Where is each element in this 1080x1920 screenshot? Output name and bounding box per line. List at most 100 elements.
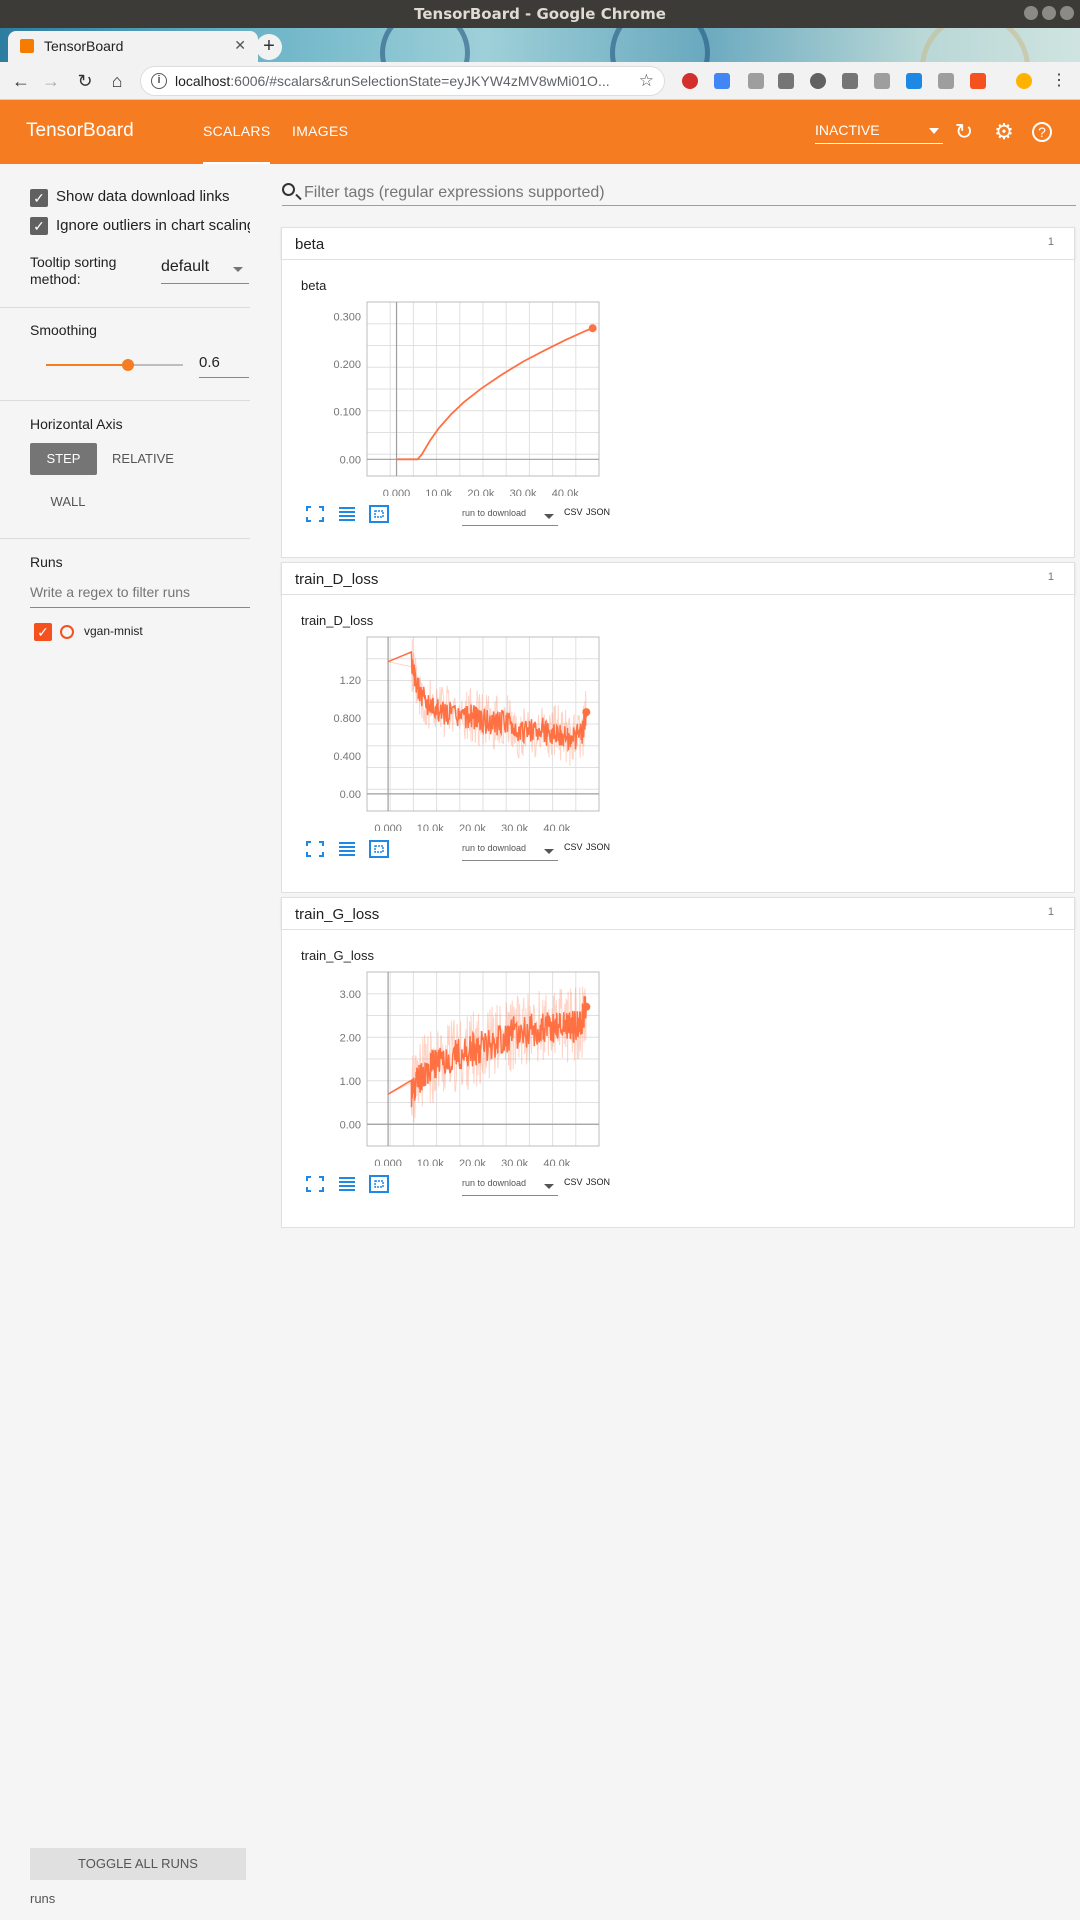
chevron-down-icon [544, 849, 554, 854]
refresh-icon[interactable]: ↻ [952, 120, 976, 144]
category-header-beta[interactable]: beta 1 [281, 227, 1075, 260]
browser-tab[interactable]: TensorBoard ✕ [8, 31, 258, 62]
chart-toolbar: run to download CSV JSON [304, 839, 610, 863]
tag-filter-input[interactable]: Filter tags (regular expressions support… [282, 180, 1076, 206]
runs-footer-label: runs [30, 1891, 56, 1906]
runs-filter-placeholder: Write a regex to filter runs [30, 584, 191, 600]
fit-domain-icon[interactable] [368, 1174, 390, 1194]
settings-gear-icon[interactable]: ⚙ [992, 120, 1016, 144]
fit-domain-icon[interactable] [368, 504, 390, 524]
chart-beta[interactable]: 0.00 0.100 0.200 0.300 0.000 10.0k 20.0k 30.0k 4… [282, 296, 642, 496]
emoji-extension-icon[interactable] [1016, 73, 1032, 89]
cube-extension-icon[interactable] [906, 73, 922, 89]
y-tick-label: 0.00 [340, 1119, 361, 1131]
chart-train-g-loss[interactable]: 0.00 1.00 2.00 3.00 0.000 10.0k 20.0k 30.0k 40.0… [282, 966, 642, 1166]
address-bar[interactable]: i localhost:6006/#scalars&runSelectionSt… [140, 66, 665, 96]
chat-extension-icon[interactable] [810, 73, 826, 89]
category-header-train-d-loss[interactable]: train_D_loss 1 [281, 562, 1075, 595]
y-tick-label: 1.00 [340, 1076, 361, 1088]
ignore-outliers-checkbox[interactable]: ✓ [30, 217, 48, 235]
close-window-button[interactable] [1024, 6, 1038, 20]
toggle-log-scale-icon[interactable] [336, 1174, 358, 1194]
chart-train-d-loss[interactable]: 0.00 0.400 0.800 1.20 0.000 10.0k 20.0k 30.0k 40… [282, 631, 642, 831]
x-tick-label: 0.000 [374, 1158, 402, 1166]
run-download-select[interactable]: run to download [462, 508, 558, 526]
close-tab-icon[interactable]: ✕ [234, 37, 246, 54]
bookmark-star-icon[interactable]: ☆ [639, 71, 654, 91]
url-host: localhost [175, 73, 231, 89]
x-tick-label: 30.0k [501, 823, 528, 831]
y-tick-label: 0.200 [333, 359, 361, 371]
axis-wall-button[interactable]: WALL [30, 486, 106, 518]
axis-step-button[interactable]: STEP [30, 443, 97, 475]
tooltip-sorting-label: Tooltip sorting method: [30, 254, 117, 287]
bulb-extension-icon[interactable] [842, 73, 858, 89]
category-header-train-g-loss[interactable]: train_G_loss 1 [281, 897, 1075, 930]
x-tick-label: 30.0k [510, 488, 537, 496]
run-download-select[interactable]: run to download [462, 843, 558, 861]
download-json-link[interactable]: JSON [586, 507, 610, 517]
run-download-select[interactable]: run to download [462, 1178, 558, 1196]
run-color-swatch[interactable] [60, 625, 74, 639]
sidebar: ✓ Show data download links ✓ Ignore outl… [0, 164, 270, 1920]
pen-extension-icon[interactable] [874, 73, 890, 89]
browser-tab-strip: TensorBoard ✕ + [0, 28, 1080, 62]
category-body-train-g-loss: train_G_loss 0.00 1.00 2.00 3.00 0.000 10.0k 2… [281, 930, 1075, 1228]
extension-icon[interactable] [748, 73, 764, 89]
inactive-plugins-dropdown[interactable]: INACTIVE [815, 122, 943, 144]
fire-extension-icon[interactable] [970, 73, 986, 89]
browser-tab-title: TensorBoard [44, 38, 124, 54]
tool-extension-icon[interactable] [938, 73, 954, 89]
browser-menu-icon[interactable]: ⋮ [1046, 68, 1072, 94]
last-point-marker [582, 1002, 591, 1011]
forward-arrow-icon[interactable]: → [38, 68, 64, 94]
axis-relative-button[interactable]: RELATIVE [106, 443, 180, 475]
download-json-link[interactable]: JSON [586, 1177, 610, 1187]
new-tab-button[interactable]: + [256, 34, 282, 60]
expand-chart-icon[interactable] [304, 839, 326, 859]
tag-filter-placeholder: Filter tags (regular expressions support… [304, 184, 605, 201]
tab-images[interactable]: IMAGES [292, 123, 348, 139]
last-point-marker [582, 708, 591, 717]
minimize-window-button[interactable] [1042, 6, 1056, 20]
tensorboard-favicon-icon [20, 39, 34, 53]
tab-scalars[interactable]: SCALARS [203, 123, 271, 164]
tooltip-sorting-select[interactable]: default [161, 258, 249, 284]
reload-icon[interactable]: ↻ [72, 68, 98, 94]
expand-chart-icon[interactable] [304, 504, 326, 524]
download-csv-link[interactable]: CSV [564, 1177, 583, 1187]
adblock-extension-icon[interactable] [682, 73, 698, 89]
show-download-links-label: Show data download links [56, 188, 230, 205]
window-title-bar: TensorBoard - Google Chrome [0, 0, 1080, 28]
smoothing-slider-handle[interactable] [122, 359, 135, 371]
expand-chart-icon[interactable] [304, 1174, 326, 1194]
chevron-down-icon [544, 1184, 554, 1189]
translate-extension-icon[interactable] [714, 73, 730, 89]
fit-domain-icon[interactable] [368, 839, 390, 859]
search-icon [282, 183, 295, 196]
toggle-log-scale-icon[interactable] [336, 504, 358, 524]
site-info-icon[interactable]: i [151, 73, 167, 89]
x-tick-label: 40.0k [552, 488, 579, 496]
help-icon[interactable]: ? [1032, 122, 1052, 142]
show-download-links-checkbox[interactable]: ✓ [30, 189, 48, 207]
url-text: localhost:6006/#scalars&runSelectionStat… [175, 73, 615, 89]
smoothing-value-input[interactable]: 0.6 [199, 354, 249, 378]
download-csv-link[interactable]: CSV [564, 507, 583, 517]
toggle-all-runs-button[interactable]: TOGGLE ALL RUNS [30, 1848, 246, 1880]
runs-filter-input[interactable]: Write a regex to filter runs [30, 584, 250, 608]
download-json-link[interactable]: JSON [586, 842, 610, 852]
back-arrow-icon[interactable]: ← [8, 68, 34, 94]
brand-title: TensorBoard [26, 120, 134, 141]
home-icon[interactable]: ⌂ [104, 68, 130, 94]
download-csv-link[interactable]: CSV [564, 842, 583, 852]
camera-extension-icon[interactable] [778, 73, 794, 89]
sidebar-divider [0, 538, 250, 539]
toggle-log-scale-icon[interactable] [336, 839, 358, 859]
chevron-down-icon [929, 128, 939, 134]
run-checkbox-vgan-mnist[interactable]: ✓ [34, 623, 52, 641]
y-tick-label: 3.00 [340, 989, 361, 1001]
category-name: beta [295, 236, 325, 253]
maximize-window-button[interactable] [1060, 6, 1074, 20]
x-tick-label: 40.0k [543, 823, 570, 831]
